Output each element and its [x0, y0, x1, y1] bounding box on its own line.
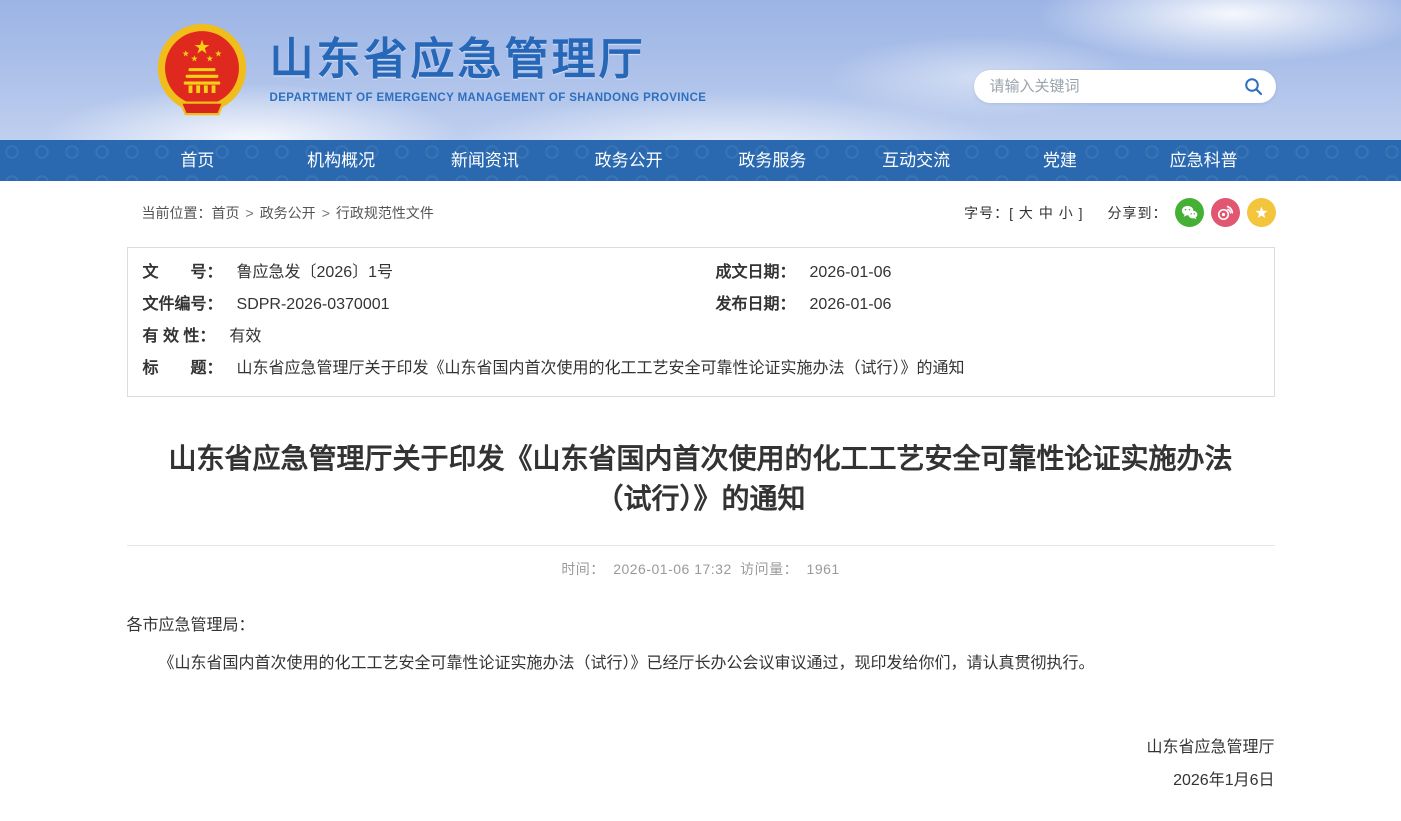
wechat-icon [1180, 203, 1199, 222]
meta-label-publish-date: 发布日期： [716, 289, 796, 321]
share-label: 分享到： [1108, 203, 1168, 223]
search-box [974, 70, 1276, 103]
meta-row: 标 题： 山东省应急管理厅关于印发《山东省国内首次使用的化工工艺安全可靠性论证实… [128, 353, 1274, 385]
breadcrumb: 当前位置：首页 > 政务公开 > 行政规范性文件 [126, 203, 434, 223]
meta-label-written-date: 成文日期： [716, 257, 796, 289]
nav-item-gov-info[interactable]: 政务公开 [557, 140, 701, 181]
site-logo[interactable]: ★ ★ ★ ★ ★ 山东省应急管理厅 DEPARTMENT OF EMERGEN… [154, 22, 707, 118]
page-tools: 字号：[ 大 中 小 ] 分享到： [964, 198, 1275, 227]
signature-date: 2026年1月6日 [127, 764, 1275, 797]
meta-value-written-date: 2026-01-06 [810, 257, 892, 289]
breadcrumb-separator: > [246, 205, 254, 221]
meta-value-title: 山东省应急管理厅关于印发《山东省国内首次使用的化工工艺安全可靠性论证实施办法（试… [237, 353, 965, 385]
svg-text:★: ★ [205, 53, 213, 63]
meta-label-title: 标 题： [143, 353, 223, 385]
breadcrumb-item-gov-info[interactable]: 政务公开 [260, 205, 316, 221]
meta-row: 文 号： 鲁应急发〔2026〕1号 成文日期： 2026-01-06 [128, 257, 1274, 289]
share-qzone-button[interactable] [1247, 198, 1276, 227]
visits-value: 1961 [807, 561, 840, 577]
time-value: 2026-01-06 17:32 [613, 561, 732, 577]
meta-value-publish-date: 2026-01-06 [810, 289, 892, 321]
document-meta-table: 文 号： 鲁应急发〔2026〕1号 成文日期： 2026-01-06 文件编号：… [127, 247, 1275, 397]
meta-row: 文件编号： SDPR-2026-0370001 发布日期： 2026-01-06 [128, 289, 1274, 321]
share-weibo-button[interactable] [1211, 198, 1240, 227]
nav-item-home[interactable]: 首页 [126, 140, 270, 181]
search-input[interactable] [990, 78, 1243, 95]
weibo-icon [1216, 203, 1235, 222]
article-title: 山东省应急管理厅关于印发《山东省国内首次使用的化工工艺安全可靠性论证实施办法（试… [151, 439, 1251, 519]
meta-row: 有 效 性： 有效 [128, 321, 1274, 353]
title-divider [127, 545, 1275, 546]
search-button[interactable] [1243, 76, 1264, 97]
nav-item-interaction[interactable]: 互动交流 [844, 140, 988, 181]
svg-text:★: ★ [181, 49, 189, 59]
nav-item-emergency-science[interactable]: 应急科普 [1132, 140, 1276, 181]
breadcrumb-separator: > [322, 205, 330, 221]
site-title-en: DEPARTMENT OF EMERGENCY MANAGEMENT OF SH… [270, 92, 707, 104]
site-title: 山东省应急管理厅 [270, 36, 707, 84]
qzone-star-icon [1252, 203, 1271, 222]
national-emblem-icon: ★ ★ ★ ★ ★ [154, 22, 250, 118]
svg-text:★: ★ [190, 53, 198, 63]
breadcrumb-label: 当前位置： [142, 205, 212, 221]
nav-item-party-building[interactable]: 党建 [988, 140, 1132, 181]
signature-org: 山东省应急管理厅 [127, 731, 1275, 764]
breadcrumb-item-current: 行政规范性文件 [336, 205, 434, 221]
meta-label-doc-number: 文 号： [143, 257, 223, 289]
svg-text:★: ★ [214, 49, 222, 59]
share-wechat-button[interactable] [1175, 198, 1204, 227]
visits-label: 访问量： [740, 561, 798, 577]
breadcrumb-item-home[interactable]: 首页 [212, 205, 240, 221]
article-meta-line: 时间： 2026-01-06 17:32 访问量： 1961 [0, 559, 1401, 579]
nav-item-news[interactable]: 新闻资讯 [413, 140, 557, 181]
nav-item-gov-services[interactable]: 政务服务 [701, 140, 845, 181]
meta-value-file-code: SDPR-2026-0370001 [237, 289, 390, 321]
article-body: 各市应急管理局： 《山东省国内首次使用的化工工艺安全可靠性论证实施办法（试行）》… [127, 611, 1275, 679]
time-label: 时间： [561, 561, 605, 577]
meta-label-file-code: 文件编号： [143, 289, 223, 321]
nav-item-org-overview[interactable]: 机构概况 [269, 140, 413, 181]
search-icon [1243, 76, 1264, 97]
breadcrumb-toolbar-row: 当前位置：首页 > 政务公开 > 行政规范性文件 字号：[ 大 中 小 ] 分享到： [126, 181, 1276, 239]
meta-value-validity: 有效 [229, 321, 261, 353]
meta-label-validity: 有 效 性： [143, 321, 216, 353]
font-size-control[interactable]: 字号：[ 大 中 小 ] [964, 203, 1083, 223]
site-header: ★ ★ ★ ★ ★ 山东省应急管理厅 DEPARTMENT OF EMERGEN… [0, 0, 1401, 140]
article-signature: 山东省应急管理厅 2026年1月6日 [127, 731, 1275, 821]
article-paragraph: 《山东省国内首次使用的化工工艺安全可靠性论证实施办法（试行）》已经厅长办公会议审… [127, 649, 1275, 679]
article-salutation: 各市应急管理局： [127, 611, 1275, 641]
main-nav: 首页 机构概况 新闻资讯 政务公开 政务服务 互动交流 党建 应急科普 [0, 140, 1401, 181]
meta-value-doc-number: 鲁应急发〔2026〕1号 [237, 257, 394, 289]
